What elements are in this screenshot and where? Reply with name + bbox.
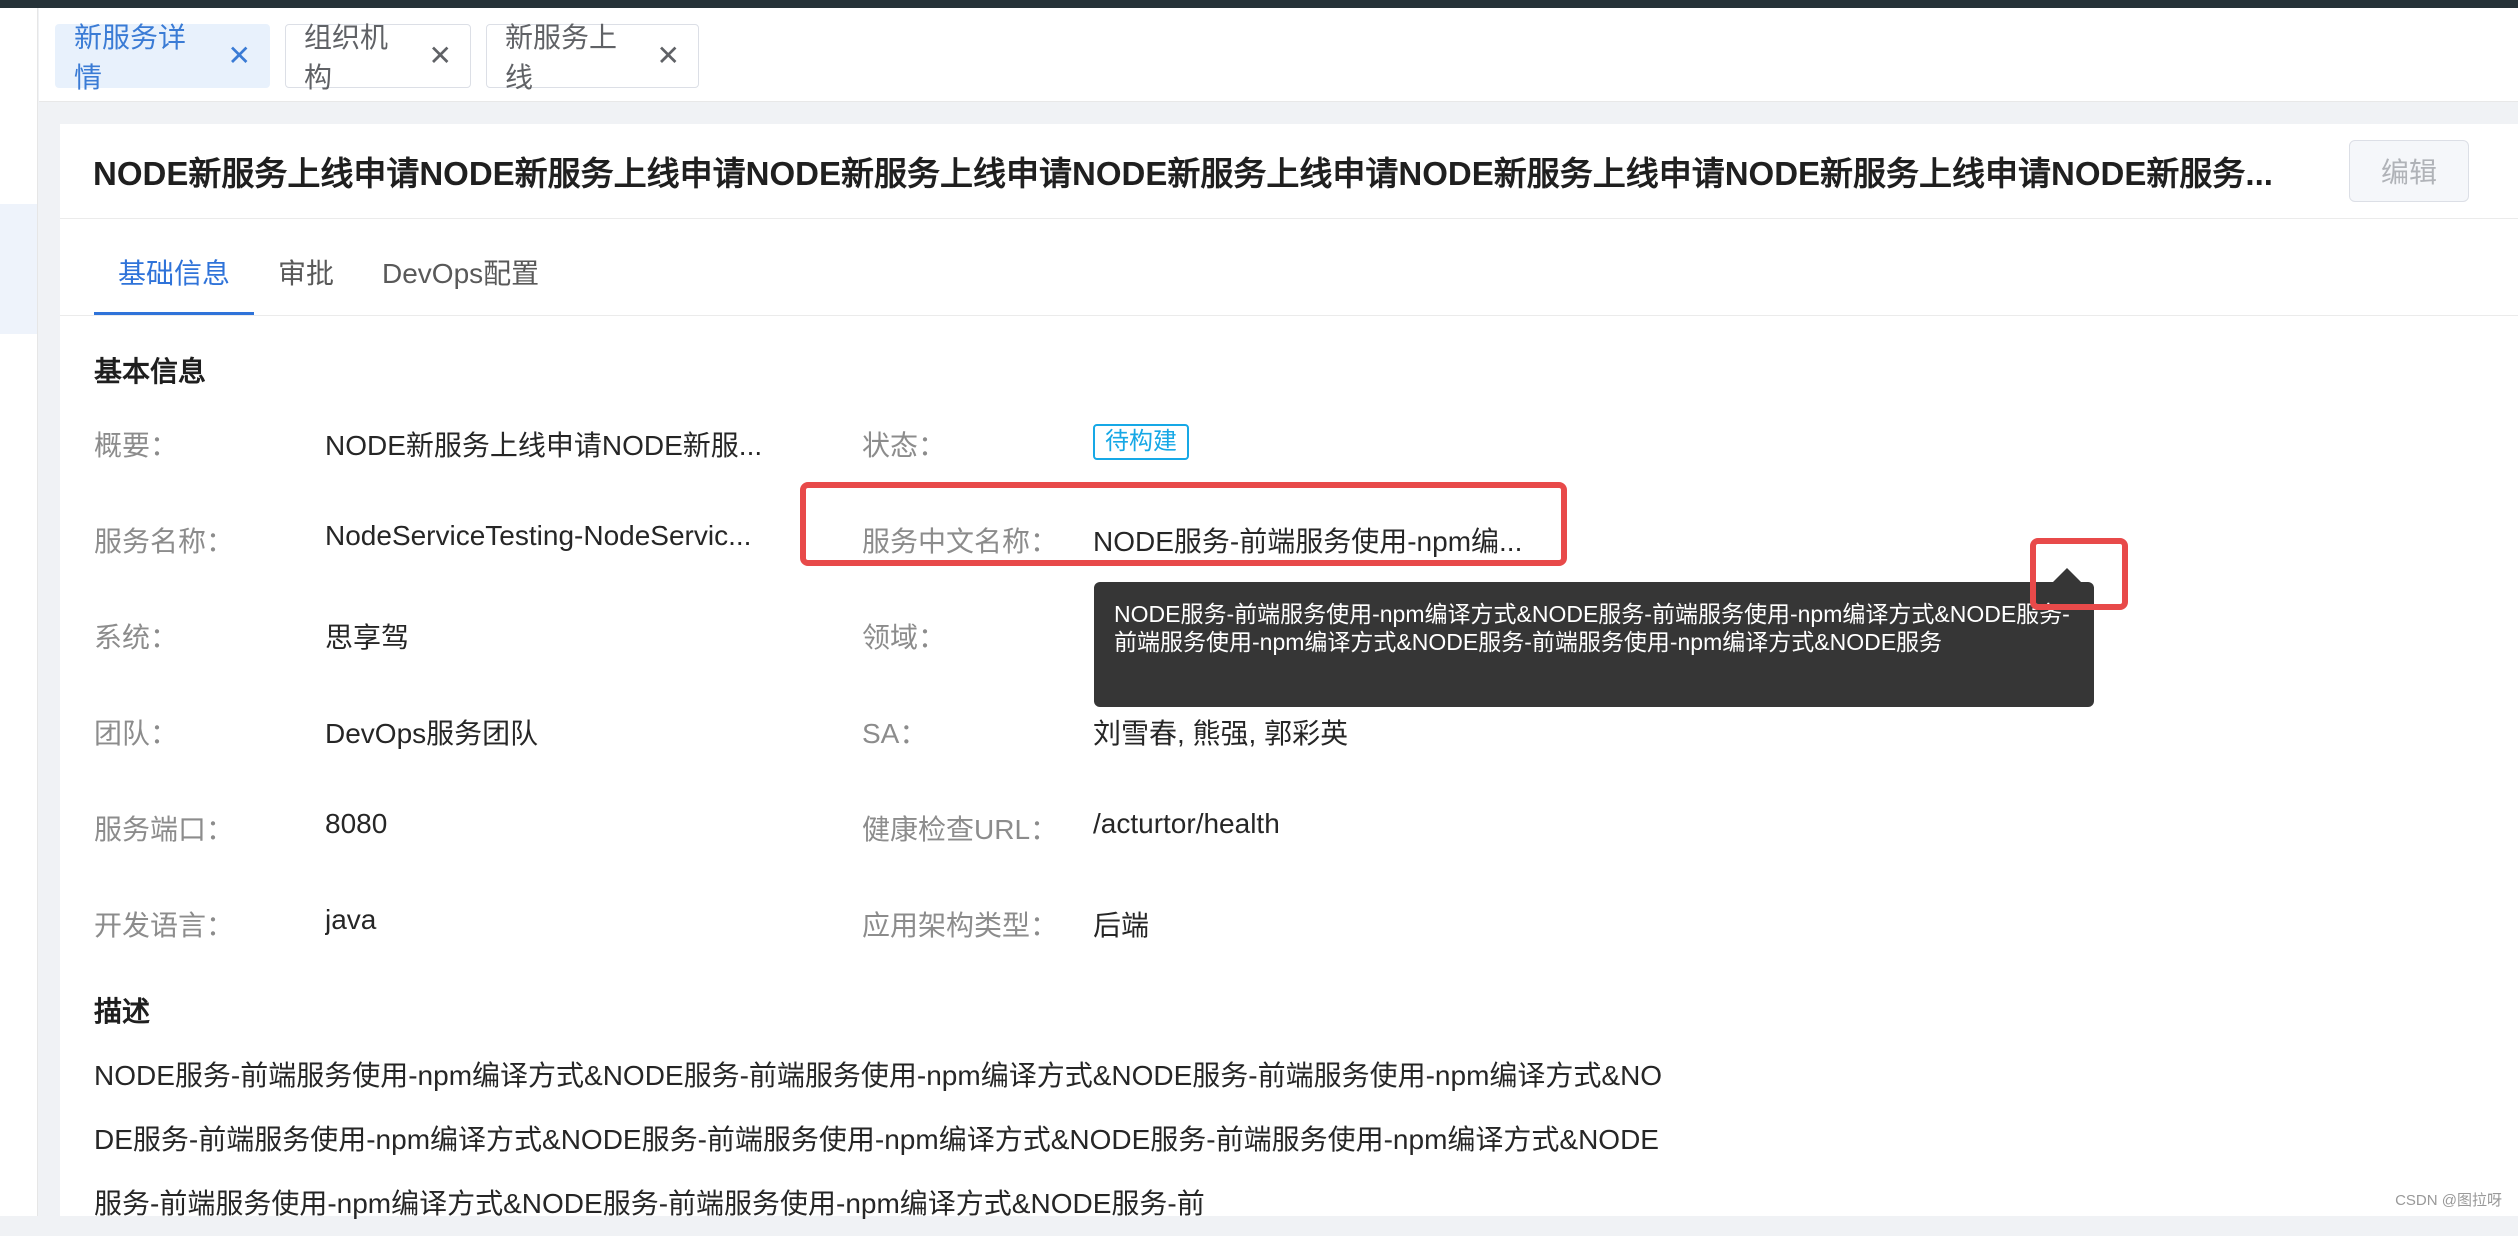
edit-button[interactable]: 编辑	[2349, 140, 2469, 202]
tab-devops-config[interactable]: DevOps配置	[382, 252, 539, 292]
arch-type-label: 应用架构类型：	[862, 910, 1059, 941]
team-value: DevOps服务团队	[325, 718, 539, 749]
service-name-value: NodeServiceTesting-NodeServic...	[325, 520, 752, 551]
section-title-description: 描述	[94, 996, 151, 1027]
system-label: 系统：	[94, 622, 179, 653]
health-url-value: /acturtor/health	[1093, 808, 1280, 839]
sidebar	[0, 8, 38, 1216]
status-label: 状态：	[862, 430, 947, 461]
description-text: NODE服务-前端服务使用-npm编译方式&NODE服务-前端服务使用-npm编…	[94, 1060, 1663, 1219]
language-label: 开发语言：	[94, 910, 235, 941]
page-tab-new-service[interactable]: 新服务上线 ✕	[486, 22, 699, 93]
sa-label: SA：	[862, 718, 928, 749]
divider	[60, 218, 2518, 219]
port-value: 8080	[325, 808, 388, 839]
page-tab-org[interactable]: 组织机构 ✕	[285, 22, 471, 93]
sa-value: 刘雪春, 熊强, 郭彩英	[1093, 718, 1349, 749]
page-tab-label: 新服务详情	[74, 22, 187, 93]
language-value: java	[325, 904, 377, 935]
service-name-label: 服务名称：	[94, 526, 235, 557]
tab-approval[interactable]: 审批	[278, 252, 334, 292]
close-icon[interactable]: ✕	[657, 42, 680, 70]
watermark: CSDN @图拉呀	[2395, 1192, 2502, 1209]
page-tab-label: 新服务上线	[505, 22, 618, 93]
highlight-box-cn-name	[800, 482, 1567, 566]
status-badge: 待构建	[1093, 424, 1189, 460]
summary-label: 概要：	[94, 430, 179, 461]
page-title: NODE新服务上线申请NODE新服务上线申请NODE新服务上线申请NODE新服务…	[93, 155, 2273, 192]
summary-value: NODE新服务上线申请NODE新服...	[325, 430, 763, 461]
page-tabs-bar: 新服务详情 ✕ 组织机构 ✕ 新服务上线 ✕	[39, 8, 2518, 102]
close-icon[interactable]: ✕	[429, 42, 452, 70]
page-tab-service-detail[interactable]: 新服务详情 ✕	[55, 22, 270, 93]
section-title-basic: 基本信息	[94, 356, 207, 387]
port-label: 服务端口：	[94, 814, 235, 845]
divider	[60, 315, 2518, 316]
system-value: 思享驾	[325, 622, 410, 653]
arch-type-value: 后端	[1093, 910, 1150, 941]
tooltip: NODE服务-前端服务使用-npm编译方式&NODE服务-前端服务使用-npm编…	[1094, 582, 2094, 707]
domain-label: 领域：	[862, 622, 947, 653]
top-bar	[0, 0, 2518, 8]
close-icon[interactable]: ✕	[228, 42, 251, 70]
health-url-label: 健康检查URL：	[862, 814, 1059, 845]
highlight-box-tooltip-arrow	[2030, 538, 2128, 610]
sidebar-selected-item[interactable]	[0, 204, 37, 334]
team-label: 团队：	[94, 718, 179, 749]
tab-basic-info[interactable]: 基础信息	[118, 252, 230, 292]
page-tab-label: 组织机构	[304, 22, 389, 93]
